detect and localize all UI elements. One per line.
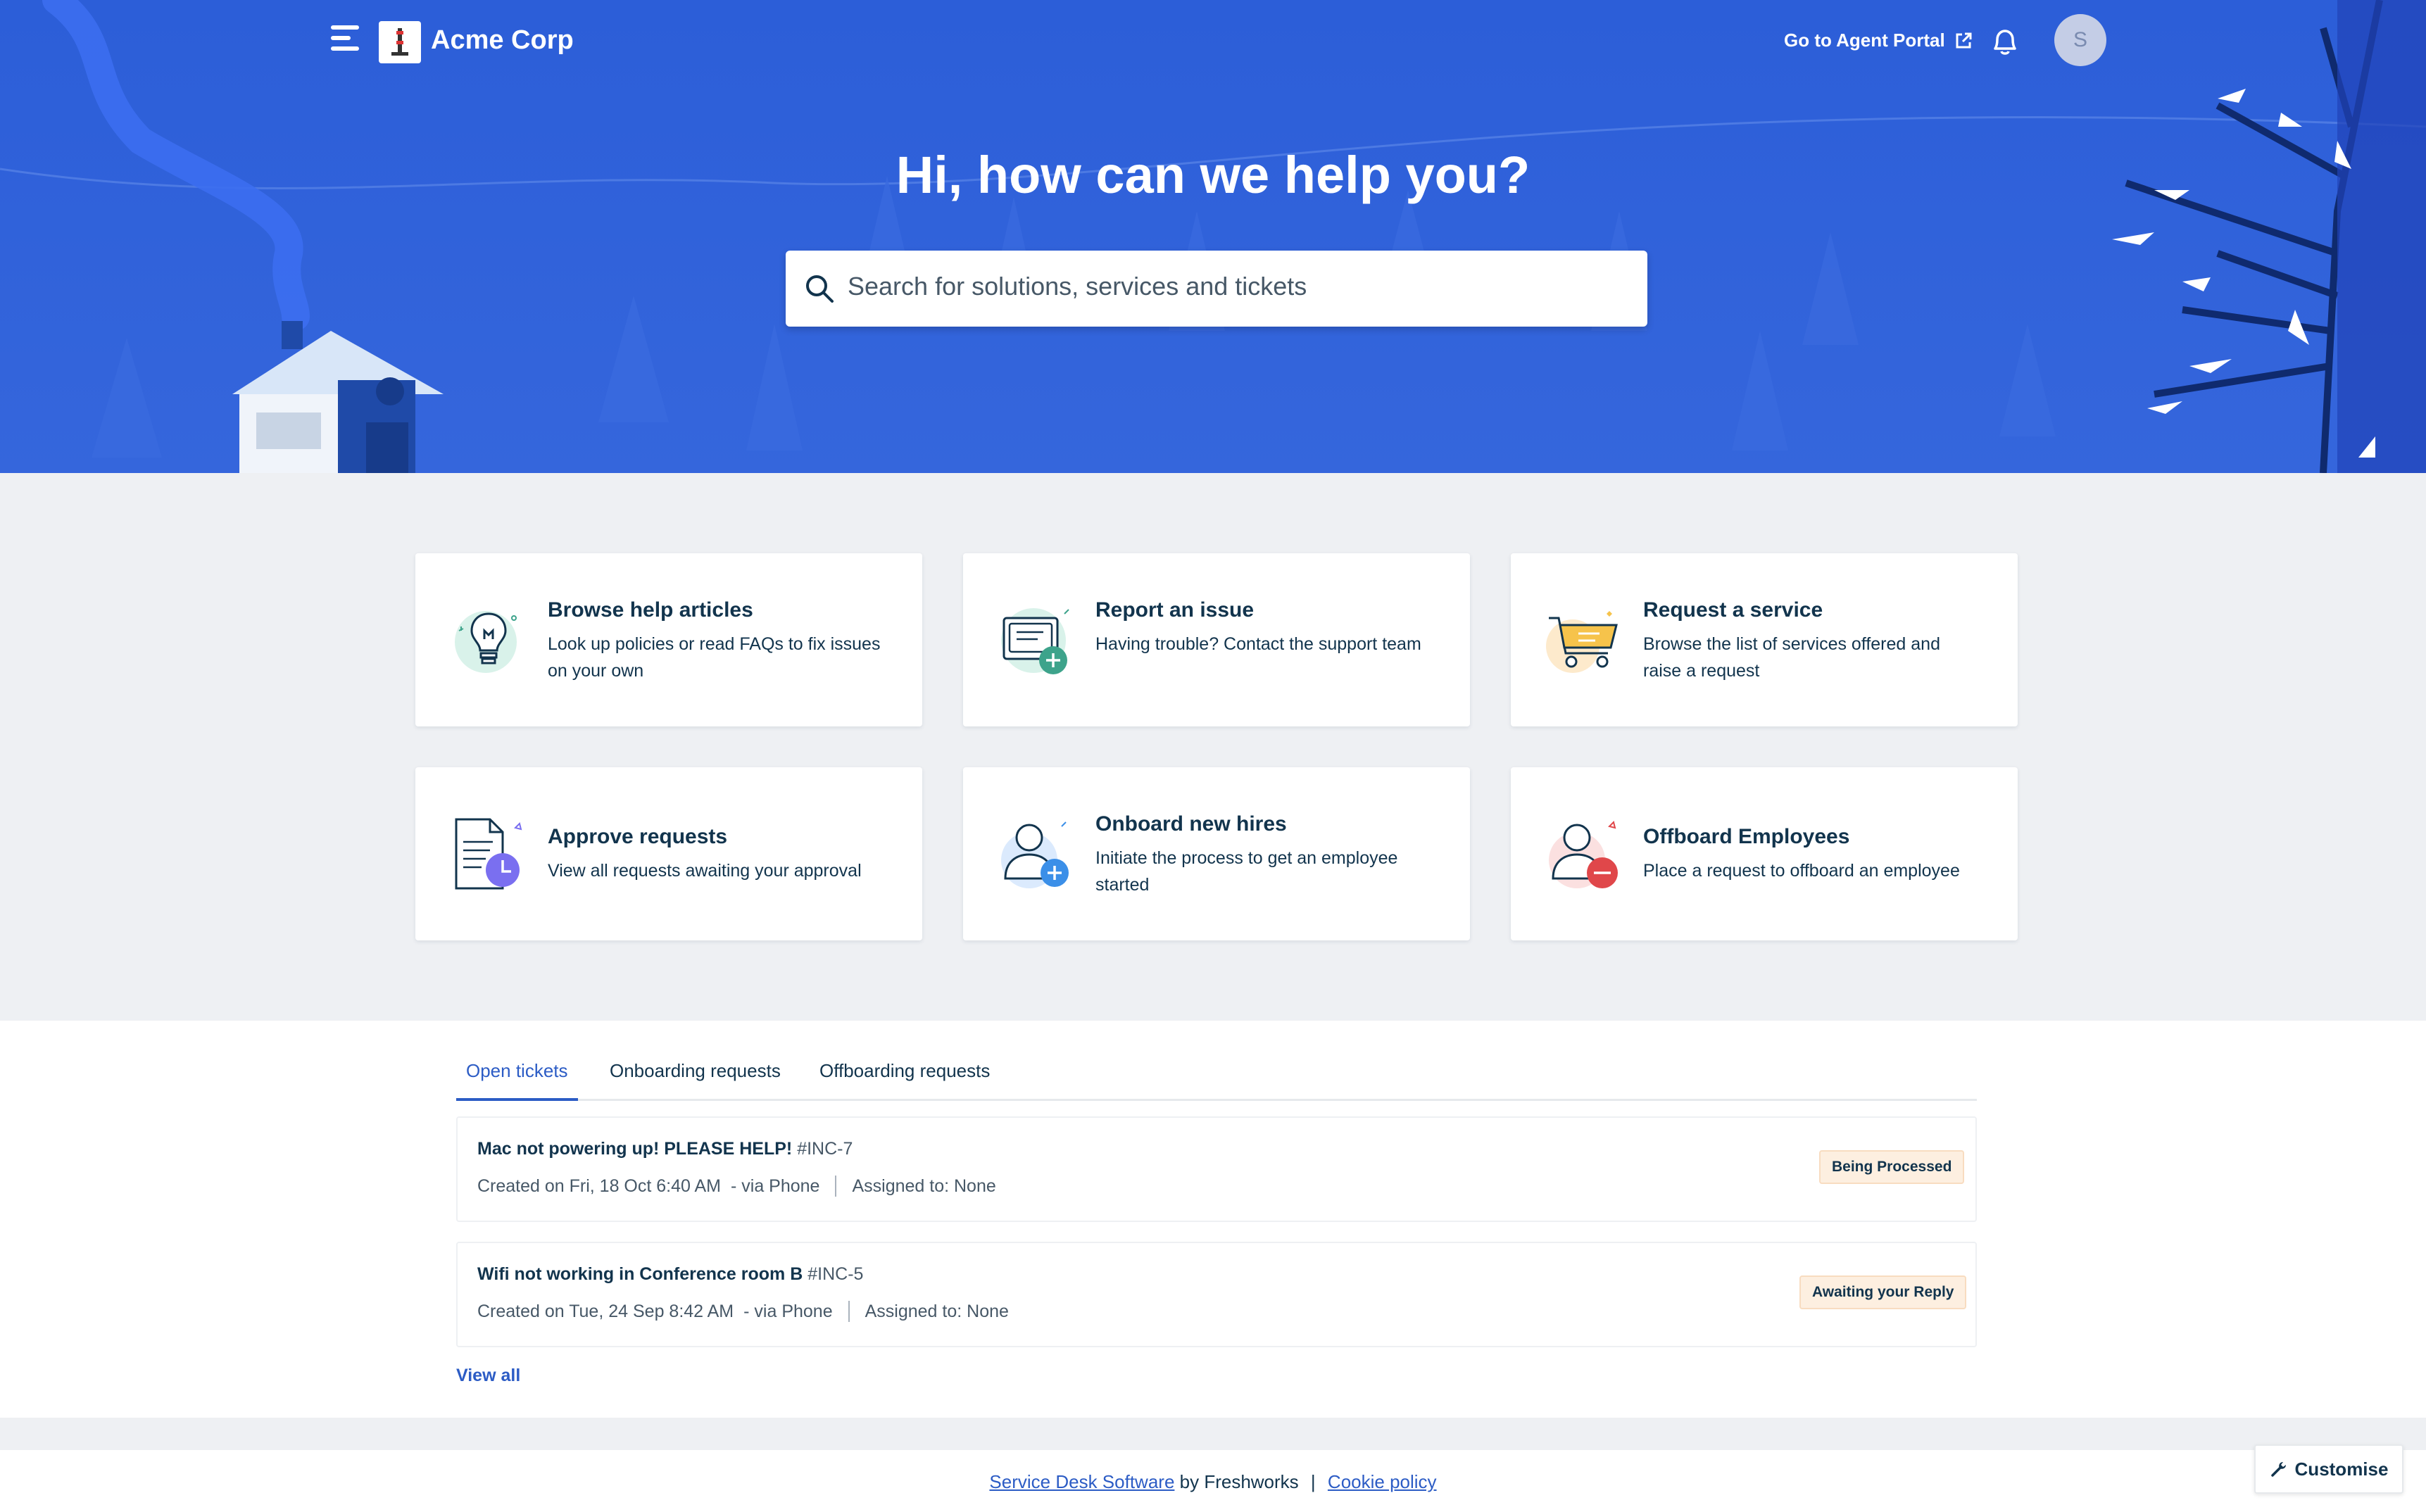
card-report-an-issue[interactable]: Report an issue Having trouble? Contact …	[963, 553, 1470, 726]
ticket-id: #INC-7	[797, 1139, 853, 1159]
card-description: Having trouble? Contact the support team	[1095, 634, 1421, 654]
ticket-created: Created on Fri, 18 Oct 6:40 AM	[477, 1176, 721, 1196]
ticket-source: - via Phone	[743, 1301, 833, 1321]
card-title: Onboard new hires	[1095, 812, 1287, 836]
tab-open-tickets[interactable]: Open tickets	[456, 1060, 578, 1101]
agent-portal-link[interactable]: Go to Agent Portal	[1784, 30, 1973, 51]
card-browse-help-articles[interactable]: Browse help articles Look up policies or…	[415, 553, 922, 726]
top-navigation-bar: Acme Corp Go to Agent Portal S	[0, 0, 2426, 84]
card-title: Approve requests	[548, 825, 728, 848]
service-desk-software-link[interactable]: Service Desk Software	[989, 1471, 1174, 1492]
card-description: Initiate the process to get an employee …	[1095, 848, 1398, 895]
wrench-icon	[2270, 1462, 2286, 1477]
ticket-created: Created on Tue, 24 Sep 8:42 AM	[477, 1301, 734, 1321]
footer: Service Desk Software by Freshworks | Co…	[0, 1450, 2426, 1512]
user-avatar[interactable]: S	[2054, 14, 2106, 66]
hero-heading: Hi, how can we help you?	[895, 146, 1531, 204]
meta-divider	[835, 1176, 837, 1197]
ticket-row[interactable]: Wifi not working in Conference room B #I…	[456, 1242, 1977, 1347]
card-title: Request a service	[1643, 598, 1823, 622]
tab-offboarding-requests[interactable]: Offboarding requests	[810, 1060, 1000, 1101]
footer-text: Service Desk Software by Freshworks | Co…	[0, 1471, 2426, 1493]
report-issue-icon	[1001, 608, 1069, 674]
status-badge: Awaiting your Reply	[1799, 1275, 1967, 1309]
card-offboard-employees[interactable]: Offboard Employees Place a request to of…	[1511, 767, 2018, 940]
remove-user-icon	[1549, 821, 1618, 888]
lightbulb-icon	[455, 611, 517, 673]
ticket-id: #INC-5	[807, 1264, 864, 1284]
view-all-link[interactable]: View all	[456, 1366, 520, 1386]
footer-separator: |	[1310, 1471, 1316, 1492]
ticket-title[interactable]: Wifi not working in Conference room B #I…	[477, 1264, 863, 1285]
add-user-icon	[1001, 821, 1069, 888]
ticket-source: - via Phone	[731, 1176, 820, 1196]
notification-bell-icon[interactable]	[1990, 25, 2020, 58]
card-onboard-new-hires[interactable]: Onboard new hires Initiate the process t…	[963, 767, 1470, 940]
brand-name[interactable]: Acme Corp	[431, 25, 574, 56]
card-description: Place a request to offboard an employee	[1643, 861, 1960, 881]
card-description: View all requests awaiting your approval	[548, 861, 862, 881]
status-badge: Being Processed	[1819, 1150, 1965, 1184]
search-icon	[806, 275, 834, 303]
ticket-row[interactable]: Mac not powering up! PLEASE HELP! #INC-7…	[456, 1116, 1977, 1222]
card-title: Report an issue	[1095, 598, 1255, 622]
customise-label[interactable]: Customise	[2295, 1459, 2389, 1480]
cookie-policy-link[interactable]: Cookie policy	[1328, 1471, 1437, 1492]
tickets-section: Open tickets Onboarding requests Offboar…	[0, 1021, 2426, 1418]
customise-button[interactable]: Customise	[2254, 1444, 2403, 1494]
ticket-subject[interactable]: Mac not powering up! PLEASE HELP!	[477, 1139, 792, 1159]
ticket-meta: Created on Tue, 24 Sep 8:42 AM - via Pho…	[477, 1301, 1009, 1322]
footer-by-text: by Freshworks	[1179, 1471, 1299, 1492]
card-approve-requests[interactable]: Approve requests View all requests await…	[415, 767, 922, 940]
tab-onboarding-requests[interactable]: Onboarding requests	[600, 1060, 791, 1101]
ticket-subject[interactable]: Wifi not working in Conference room B	[477, 1264, 803, 1284]
ticket-assignee: Assigned to: None	[852, 1176, 996, 1196]
card-description: Look up policies or read FAQs to fix iss…	[548, 634, 881, 681]
tickets-tabs: Open tickets Onboarding requests Offboar…	[456, 1060, 1977, 1101]
ticket-title[interactable]: Mac not powering up! PLEASE HELP! #INC-7	[477, 1139, 853, 1159]
card-title: Browse help articles	[548, 598, 753, 622]
search-bar[interactable]	[786, 251, 1647, 327]
ticket-assignee: Assigned to: None	[865, 1301, 1009, 1321]
search-input[interactable]	[848, 272, 1622, 301]
hero-banner: Acme Corp Go to Agent Portal S Hi, how c…	[0, 0, 2426, 473]
external-link-icon	[1956, 32, 1972, 48]
card-title: Offboard Employees	[1643, 825, 1850, 848]
meta-divider	[848, 1301, 850, 1322]
hamburger-menu-icon[interactable]	[331, 25, 367, 56]
approval-document-icon	[455, 818, 522, 890]
agent-portal-label[interactable]: Go to Agent Portal	[1784, 30, 1945, 51]
lighthouse-logo-icon	[391, 28, 408, 56]
company-logo[interactable]	[379, 21, 421, 63]
card-request-a-service[interactable]: Request a service Browse the list of ser…	[1511, 553, 2018, 726]
card-description: Browse the list of services offered and …	[1643, 634, 1940, 681]
ticket-meta: Created on Fri, 18 Oct 6:40 AM - via Pho…	[477, 1176, 996, 1197]
shopping-cart-icon	[1546, 611, 1618, 673]
